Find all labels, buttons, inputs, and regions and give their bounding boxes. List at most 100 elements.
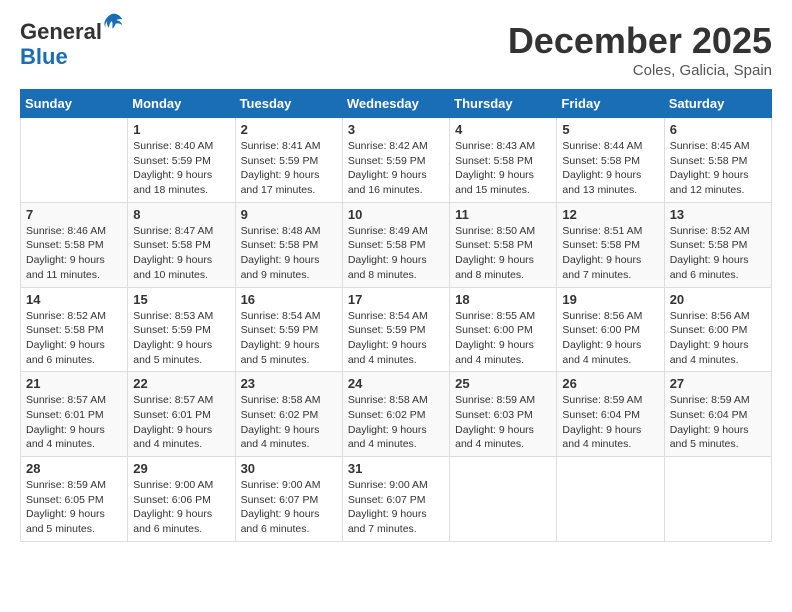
day-number: 23 (241, 376, 337, 391)
day-number: 8 (133, 207, 229, 222)
calendar-week-row: 7 Sunrise: 8:46 AMSunset: 5:58 PMDaylight… (21, 202, 772, 287)
day-info: Sunrise: 8:59 AMSunset: 6:03 PMDaylight:… (455, 393, 551, 452)
calendar-cell: 31 Sunrise: 9:00 AMSunset: 6:07 PMDayligh… (342, 457, 449, 542)
day-info: Sunrise: 8:50 AMSunset: 5:58 PMDaylight:… (455, 224, 551, 283)
calendar-cell: 24 Sunrise: 8:58 AMSunset: 6:02 PMDayligh… (342, 372, 449, 457)
calendar-cell: 6 Sunrise: 8:45 AMSunset: 5:58 PMDaylight… (664, 118, 771, 203)
day-number: 13 (670, 207, 766, 222)
calendar-cell: 1 Sunrise: 8:40 AMSunset: 5:59 PMDaylight… (128, 118, 235, 203)
day-number: 18 (455, 292, 551, 307)
calendar-cell: 26 Sunrise: 8:59 AMSunset: 6:04 PMDayligh… (557, 372, 664, 457)
calendar-cell: 16 Sunrise: 8:54 AMSunset: 5:59 PMDayligh… (235, 287, 342, 372)
calendar-week-row: 14Sunrise: 8:52 AMSunset: 5:58 PMDayligh… (21, 287, 772, 372)
day-info: Sunrise: 8:41 AMSunset: 5:59 PMDaylight:… (241, 139, 337, 198)
calendar-week-row: 21 Sunrise: 8:57 AMSunset: 6:01 PMDayligh… (21, 372, 772, 457)
calendar-cell: 14Sunrise: 8:52 AMSunset: 5:58 PMDayligh… (21, 287, 128, 372)
calendar-cell: 23 Sunrise: 8:58 AMSunset: 6:02 PMDayligh… (235, 372, 342, 457)
calendar-cell: 21 Sunrise: 8:57 AMSunset: 6:01 PMDayligh… (21, 372, 128, 457)
calendar-cell: 30 Sunrise: 9:00 AMSunset: 6:07 PMDayligh… (235, 457, 342, 542)
day-number: 26 (562, 376, 658, 391)
day-info: Sunrise: 8:44 AMSunset: 5:58 PMDaylight:… (562, 139, 658, 198)
calendar-cell: 25 Sunrise: 8:59 AMSunset: 6:03 PMDayligh… (450, 372, 557, 457)
calendar-cell: 11 Sunrise: 8:50 AMSunset: 5:58 PMDayligh… (450, 202, 557, 287)
day-number: 2 (241, 122, 337, 137)
calendar-cell: 8Sunrise: 8:47 AMSunset: 5:58 PMDaylight… (128, 202, 235, 287)
day-info: Sunrise: 9:00 AMSunset: 6:06 PMDaylight:… (133, 478, 229, 537)
calendar-cell: 15Sunrise: 8:53 AMSunset: 5:59 PMDayligh… (128, 287, 235, 372)
logo-wordmark: General Blue (20, 20, 124, 70)
day-info: Sunrise: 9:00 AMSunset: 6:07 PMDaylight:… (241, 478, 337, 537)
day-number: 17 (348, 292, 444, 307)
day-number: 4 (455, 122, 551, 137)
day-number: 24 (348, 376, 444, 391)
day-number: 1 (133, 122, 229, 137)
day-number: 5 (562, 122, 658, 137)
weekday-header-wednesday: Wednesday (342, 90, 449, 118)
calendar-cell: 17 Sunrise: 8:54 AMSunset: 5:59 PMDayligh… (342, 287, 449, 372)
day-info: Sunrise: 8:54 AMSunset: 5:59 PMDaylight:… (348, 309, 444, 368)
weekday-header-row: SundayMondayTuesdayWednesdayThursdayFrid… (21, 90, 772, 118)
calendar-cell (450, 457, 557, 542)
calendar-cell: 22Sunrise: 8:57 AMSunset: 6:01 PMDayligh… (128, 372, 235, 457)
page-header: General Blue December 2025 Coles, Galici… (20, 20, 772, 79)
day-info: Sunrise: 8:53 AMSunset: 5:59 PMDaylight:… (133, 309, 229, 368)
day-info: Sunrise: 8:58 AMSunset: 6:02 PMDaylight:… (241, 393, 337, 452)
day-number: 22 (133, 376, 229, 391)
day-info: Sunrise: 8:48 AMSunset: 5:58 PMDaylight:… (241, 224, 337, 283)
day-info: Sunrise: 8:56 AMSunset: 6:00 PMDaylight:… (670, 309, 766, 368)
weekday-header-saturday: Saturday (664, 90, 771, 118)
calendar-cell: 20 Sunrise: 8:56 AMSunset: 6:00 PMDayligh… (664, 287, 771, 372)
day-info: Sunrise: 8:54 AMSunset: 5:59 PMDaylight:… (241, 309, 337, 368)
weekday-header-monday: Monday (128, 90, 235, 118)
weekday-header-sunday: Sunday (21, 90, 128, 118)
calendar-cell: 18 Sunrise: 8:55 AMSunset: 6:00 PMDayligh… (450, 287, 557, 372)
day-info: Sunrise: 8:56 AMSunset: 6:00 PMDaylight:… (562, 309, 658, 368)
weekday-header-thursday: Thursday (450, 90, 557, 118)
calendar-cell: 10Sunrise: 8:49 AMSunset: 5:58 PMDayligh… (342, 202, 449, 287)
calendar-cell: 27 Sunrise: 8:59 AMSunset: 6:04 PMDayligh… (664, 372, 771, 457)
day-number: 31 (348, 461, 444, 476)
day-info: Sunrise: 8:52 AMSunset: 5:58 PMDaylight:… (670, 224, 766, 283)
day-number: 6 (670, 122, 766, 137)
day-info: Sunrise: 8:51 AMSunset: 5:58 PMDaylight:… (562, 224, 658, 283)
day-number: 29 (133, 461, 229, 476)
calendar-week-row: 1 Sunrise: 8:40 AMSunset: 5:59 PMDaylight… (21, 118, 772, 203)
day-number: 16 (241, 292, 337, 307)
logo: General Blue (20, 20, 124, 70)
calendar-cell: 3Sunrise: 8:42 AMSunset: 5:59 PMDaylight… (342, 118, 449, 203)
day-info: Sunrise: 8:43 AMSunset: 5:58 PMDaylight:… (455, 139, 551, 198)
day-info: Sunrise: 8:55 AMSunset: 6:00 PMDaylight:… (455, 309, 551, 368)
logo-bird-icon (104, 12, 124, 32)
day-info: Sunrise: 8:58 AMSunset: 6:02 PMDaylight:… (348, 393, 444, 452)
day-number: 7 (26, 207, 122, 222)
calendar-cell (21, 118, 128, 203)
location-title: Coles, Galicia, Spain (508, 62, 772, 79)
day-info: Sunrise: 8:59 AMSunset: 6:04 PMDaylight:… (670, 393, 766, 452)
day-info: Sunrise: 8:57 AMSunset: 6:01 PMDaylight:… (26, 393, 122, 452)
day-number: 30 (241, 461, 337, 476)
month-title: December 2025 (508, 20, 772, 62)
day-number: 27 (670, 376, 766, 391)
day-number: 12 (562, 207, 658, 222)
day-info: Sunrise: 8:40 AMSunset: 5:59 PMDaylight:… (133, 139, 229, 198)
day-info: Sunrise: 8:59 AMSunset: 6:04 PMDaylight:… (562, 393, 658, 452)
day-number: 19 (562, 292, 658, 307)
day-number: 21 (26, 376, 122, 391)
day-number: 28 (26, 461, 122, 476)
calendar-cell: 5 Sunrise: 8:44 AMSunset: 5:58 PMDaylight… (557, 118, 664, 203)
day-info: Sunrise: 8:49 AMSunset: 5:58 PMDaylight:… (348, 224, 444, 283)
calendar-table: SundayMondayTuesdayWednesdayThursdayFrid… (20, 89, 772, 542)
day-number: 25 (455, 376, 551, 391)
day-info: Sunrise: 8:45 AMSunset: 5:58 PMDaylight:… (670, 139, 766, 198)
day-info: Sunrise: 9:00 AMSunset: 6:07 PMDaylight:… (348, 478, 444, 537)
day-number: 20 (670, 292, 766, 307)
calendar-cell: 9 Sunrise: 8:48 AMSunset: 5:58 PMDaylight… (235, 202, 342, 287)
day-number: 3 (348, 122, 444, 137)
calendar-cell: 19 Sunrise: 8:56 AMSunset: 6:00 PMDayligh… (557, 287, 664, 372)
day-number: 11 (455, 207, 551, 222)
day-number: 9 (241, 207, 337, 222)
calendar-cell (557, 457, 664, 542)
logo-blue: Blue (20, 44, 68, 69)
day-info: Sunrise: 8:46 AMSunset: 5:58 PMDaylight:… (26, 224, 122, 283)
logo-general: General (20, 20, 102, 44)
